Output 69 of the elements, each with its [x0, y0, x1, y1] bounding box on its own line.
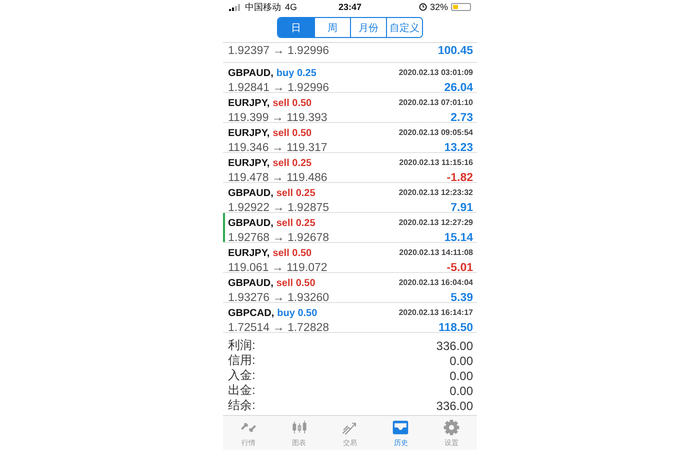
profit-value: 100.45	[438, 45, 473, 57]
symbol: GBPAUD,	[228, 188, 274, 199]
price-range: 1.72514 → 1.72828	[228, 322, 330, 334]
price-range: 119.061 → 119.072	[228, 262, 328, 274]
inbox-icon	[392, 418, 410, 436]
trade-time: 2020.02.13 16:14:17	[398, 307, 473, 319]
period-tab[interactable]: 自定义	[386, 18, 422, 37]
price-range: 1.92397 → 1.92996	[228, 45, 330, 57]
profit-value: 2.73	[450, 112, 473, 124]
symbol: GBPCAD,	[228, 308, 274, 319]
summary-value: 0.00	[450, 384, 473, 398]
price-range: 1.92768 → 1.92678	[228, 232, 330, 244]
summary-label: 出金:	[228, 382, 256, 399]
profit-value: -1.82	[446, 172, 473, 184]
profit-value: 13.23	[444, 142, 473, 154]
summary-value: 336.00	[436, 398, 473, 412]
price-range: 119.346 → 119.317	[228, 142, 328, 154]
price-range: 1.92922 → 1.92875	[228, 202, 330, 214]
alarm-icon	[419, 3, 427, 11]
profit-value: 26.04	[444, 82, 473, 94]
candlestick-icon	[290, 418, 308, 436]
summary-value: 0.00	[450, 368, 473, 382]
trade-time: 2020.02.13 11:15:16	[399, 157, 473, 169]
profit-value: 15.14	[444, 232, 473, 244]
carrier: 中国移动	[245, 0, 281, 14]
profit-value: 118.50	[438, 322, 473, 334]
trade-time: 2020.02.13 12:27:29	[398, 217, 473, 229]
symbol: EURJPY,	[228, 128, 270, 139]
order-action: buy 0.25	[276, 68, 316, 79]
order-action: sell 0.50	[276, 278, 316, 289]
profit-value: 7.91	[450, 202, 473, 214]
trade-time: 2020.02.13 14:11:08	[399, 247, 473, 259]
price-range: 119.478 → 119.486	[228, 172, 328, 184]
profit-value: 5.39	[450, 292, 473, 304]
symbol: GBPAUD,	[228, 278, 274, 289]
signal-icon	[229, 4, 241, 10]
order-action: sell 0.50	[272, 128, 312, 139]
order-action: sell 0.50	[272, 98, 312, 109]
symbol: EURJPY,	[228, 158, 270, 169]
price-range: 119.399 → 119.393	[228, 112, 328, 124]
price-range: 1.92841 → 1.92996	[228, 82, 330, 94]
trade-time: 2020.02.13 16:04:04	[398, 277, 473, 289]
network-type: 4G	[285, 2, 298, 12]
trade-time: 2020.02.13 07:01:10	[398, 97, 473, 109]
summary-label: 利润:	[228, 337, 256, 354]
settings-icon	[443, 418, 460, 436]
clock: 23:47	[337, 2, 363, 12]
period-tab[interactable]: 日	[278, 18, 314, 37]
summary-label: 结余:	[228, 397, 256, 414]
trade-time: 2020.02.13 09:05:54	[398, 127, 473, 139]
summary-label: 信用:	[228, 352, 256, 369]
trade-time: 2020.02.13 03:01:09	[398, 67, 473, 79]
symbol: EURJPY,	[228, 98, 270, 109]
battery-icon	[451, 3, 472, 11]
trade-time: 2020.02.13 12:23:32	[398, 187, 473, 199]
summary-value: 336.00	[436, 338, 473, 352]
order-action: sell 0.50	[272, 248, 312, 259]
profit-value: -5.01	[446, 262, 473, 274]
order-action: buy 0.50	[277, 308, 318, 319]
summary-value: 0.00	[450, 354, 473, 368]
price-range: 1.93276 → 1.93260	[228, 292, 330, 304]
order-action: sell 0.25	[276, 218, 316, 229]
summary-label: 入金:	[228, 367, 256, 384]
symbol: EURJPY,	[228, 248, 270, 259]
battery-percent: 32%	[430, 2, 448, 12]
symbol: GBPAUD,	[228, 218, 274, 229]
order-action: sell 0.25	[272, 158, 312, 169]
symbol: GBPAUD,	[228, 68, 274, 79]
order-action: sell 0.25	[276, 188, 316, 199]
